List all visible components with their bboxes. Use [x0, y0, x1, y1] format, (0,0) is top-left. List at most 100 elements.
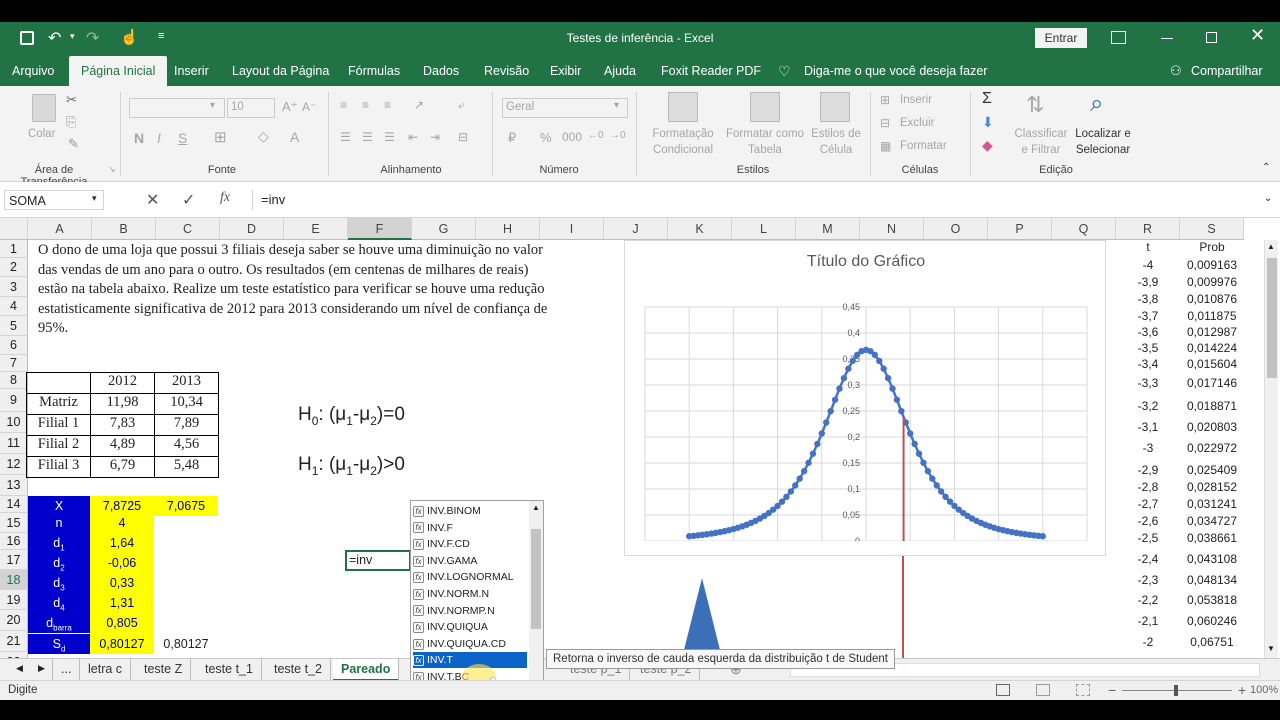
enter-icon[interactable]: ✓: [182, 190, 195, 210]
table-cell[interactable]: 10,34: [154, 393, 219, 415]
redo-icon[interactable]: ↷: [86, 28, 99, 48]
row-header-4[interactable]: 4: [0, 297, 28, 316]
zoom-level[interactable]: 100%: [1250, 684, 1278, 696]
tab-formulas[interactable]: Fórmulas: [348, 56, 400, 86]
autocomplete-item[interactable]: fx INV.NORMP.N: [413, 603, 527, 619]
table-header-2012[interactable]: 2012: [90, 372, 155, 394]
active-cell-editor[interactable]: =inv: [345, 550, 411, 571]
sort-filter-button[interactable]: Classificar e Filtrar: [1012, 126, 1070, 158]
font-name-dropdown-icon[interactable]: ▾: [210, 100, 215, 111]
column-header-p[interactable]: P: [988, 218, 1052, 240]
rs-prob-value[interactable]: 0,010876: [1180, 292, 1244, 306]
row-header-1[interactable]: 1: [0, 240, 28, 258]
sign-in-button[interactable]: Entrar: [1035, 28, 1087, 48]
underline-button[interactable]: S: [178, 130, 187, 146]
undo-icon[interactable]: ↶: [48, 28, 61, 48]
rs-t-value[interactable]: -4: [1116, 258, 1180, 272]
rs-t-value[interactable]: -3,9: [1116, 275, 1180, 289]
cut-icon[interactable]: ✂: [66, 92, 77, 108]
row-header-14[interactable]: 14: [0, 496, 28, 513]
row-header-19[interactable]: 19: [0, 590, 28, 610]
align-top-icon[interactable]: ≡: [340, 98, 347, 112]
rs-t-value[interactable]: -2,1: [1116, 614, 1180, 628]
font-color-icon[interactable]: A: [290, 129, 299, 145]
tab-revisao[interactable]: Revisão: [484, 56, 529, 86]
autosum-icon[interactable]: Σ: [982, 90, 992, 108]
rs-prob-value[interactable]: 0,018871: [1180, 399, 1244, 413]
tab-pagina-inicial[interactable]: Página Inicial: [69, 56, 168, 86]
sheet-tab-pareado[interactable]: Pareado: [333, 659, 400, 681]
row-header-8[interactable]: 8: [0, 372, 28, 389]
row-header-11[interactable]: 11: [0, 433, 28, 454]
rs-t-value[interactable]: -3: [1116, 441, 1180, 455]
merge-center-icon[interactable]: ⊟: [458, 130, 468, 144]
table-cell[interactable]: 5,48: [154, 456, 219, 478]
column-header-k[interactable]: K: [668, 218, 732, 240]
row-header-13[interactable]: 13: [0, 475, 28, 496]
rs-t-value[interactable]: -3,1: [1116, 420, 1180, 434]
stat-label[interactable]: d2: [28, 553, 90, 573]
row-header-3[interactable]: 3: [0, 277, 28, 297]
table-cell[interactable]: Filial 1: [26, 414, 91, 436]
rs-t-value[interactable]: -2,5: [1116, 531, 1180, 545]
rs-t-value[interactable]: -3,7: [1116, 309, 1180, 323]
rs-t-value[interactable]: -2,9: [1116, 463, 1180, 477]
rs-prob-value[interactable]: 0,015604: [1180, 357, 1244, 371]
format-table-icon[interactable]: [750, 92, 780, 122]
zoom-out-icon[interactable]: −: [1108, 682, 1116, 698]
scroll-down-icon[interactable]: ▼: [1267, 644, 1275, 653]
row-header-21[interactable]: 21: [0, 631, 28, 652]
name-box[interactable]: SOMA: [4, 190, 104, 210]
autocomplete-item[interactable]: fx INV.BINOM: [413, 503, 527, 519]
rs-prob-value[interactable]: 0,017146: [1180, 376, 1244, 390]
rs-t-value[interactable]: -3,8: [1116, 292, 1180, 306]
rs-prob-value[interactable]: 0,009976: [1180, 275, 1244, 289]
paste-icon[interactable]: [32, 94, 56, 122]
autocomplete-item[interactable]: fx INV.LOGNORMAL: [413, 569, 527, 585]
rs-prob-value[interactable]: 0,012987: [1180, 325, 1244, 339]
stat-value-c[interactable]: 0,80127: [154, 634, 218, 654]
table-cell[interactable]: 4,89: [90, 435, 155, 457]
table-cell[interactable]: Filial 2: [26, 435, 91, 457]
autocomplete-item[interactable]: fx INV.F.CD: [413, 536, 527, 552]
format-cells-button[interactable]: Formatar: [900, 140, 947, 152]
decrease-indent-icon[interactable]: ⇤: [408, 130, 418, 144]
row-header-20[interactable]: 20: [0, 610, 28, 631]
column-header-f[interactable]: F: [348, 218, 412, 240]
rs-prob-value[interactable]: 0,020803: [1180, 420, 1244, 434]
close-button[interactable]: ✕: [1250, 25, 1265, 46]
rs-t-value[interactable]: -3,2: [1116, 399, 1180, 413]
delete-cells-button[interactable]: Excluir: [900, 117, 935, 129]
sheet-tab-more[interactable]: ...: [52, 659, 81, 681]
table-cell[interactable]: 6,79: [90, 456, 155, 478]
minimize-button[interactable]: [1161, 38, 1173, 39]
formula-input[interactable]: =inv: [252, 190, 1252, 210]
conditional-format-icon[interactable]: [668, 92, 698, 122]
zoom-in-icon[interactable]: +: [1238, 682, 1246, 698]
table-cell[interactable]: 11,98: [90, 393, 155, 415]
stat-label[interactable]: Sd: [28, 634, 90, 654]
autocomplete-item[interactable]: fx INV.QUIQUA.CD: [413, 636, 527, 652]
align-left-icon[interactable]: ☰: [340, 130, 351, 144]
rs-t-value[interactable]: -3,6: [1116, 325, 1180, 339]
autocomplete-scrollbar[interactable]: ▲ ▼: [529, 501, 543, 695]
undo-dropdown-icon[interactable]: ▾: [70, 31, 75, 42]
comma-style-icon[interactable]: 000: [562, 130, 582, 144]
vertical-scrollbar[interactable]: ▲ ▼: [1264, 240, 1278, 658]
row-header-9[interactable]: 9: [0, 389, 28, 412]
row-header-12[interactable]: 12: [0, 454, 28, 475]
rs-prob-value[interactable]: 0,009163: [1180, 258, 1244, 272]
row-header-17[interactable]: 17: [0, 550, 28, 570]
row-header-5[interactable]: 5: [0, 316, 28, 336]
copy-icon[interactable]: ⎘: [66, 114, 76, 130]
find-select-button[interactable]: Localizar e Selecionar: [1068, 126, 1138, 158]
rs-t-value[interactable]: -3,3: [1116, 376, 1180, 390]
rs-prob-value[interactable]: 0,034727: [1180, 514, 1244, 528]
scroll-up-icon[interactable]: ▲: [1267, 242, 1275, 251]
rs-prob-value[interactable]: 0,031241: [1180, 497, 1244, 511]
column-header-l[interactable]: L: [732, 218, 796, 240]
column-header-h[interactable]: H: [476, 218, 540, 240]
cell-styles-icon[interactable]: [820, 92, 850, 122]
rs-prob-value[interactable]: 0,025409: [1180, 463, 1244, 477]
column-header-m[interactable]: M: [796, 218, 860, 240]
